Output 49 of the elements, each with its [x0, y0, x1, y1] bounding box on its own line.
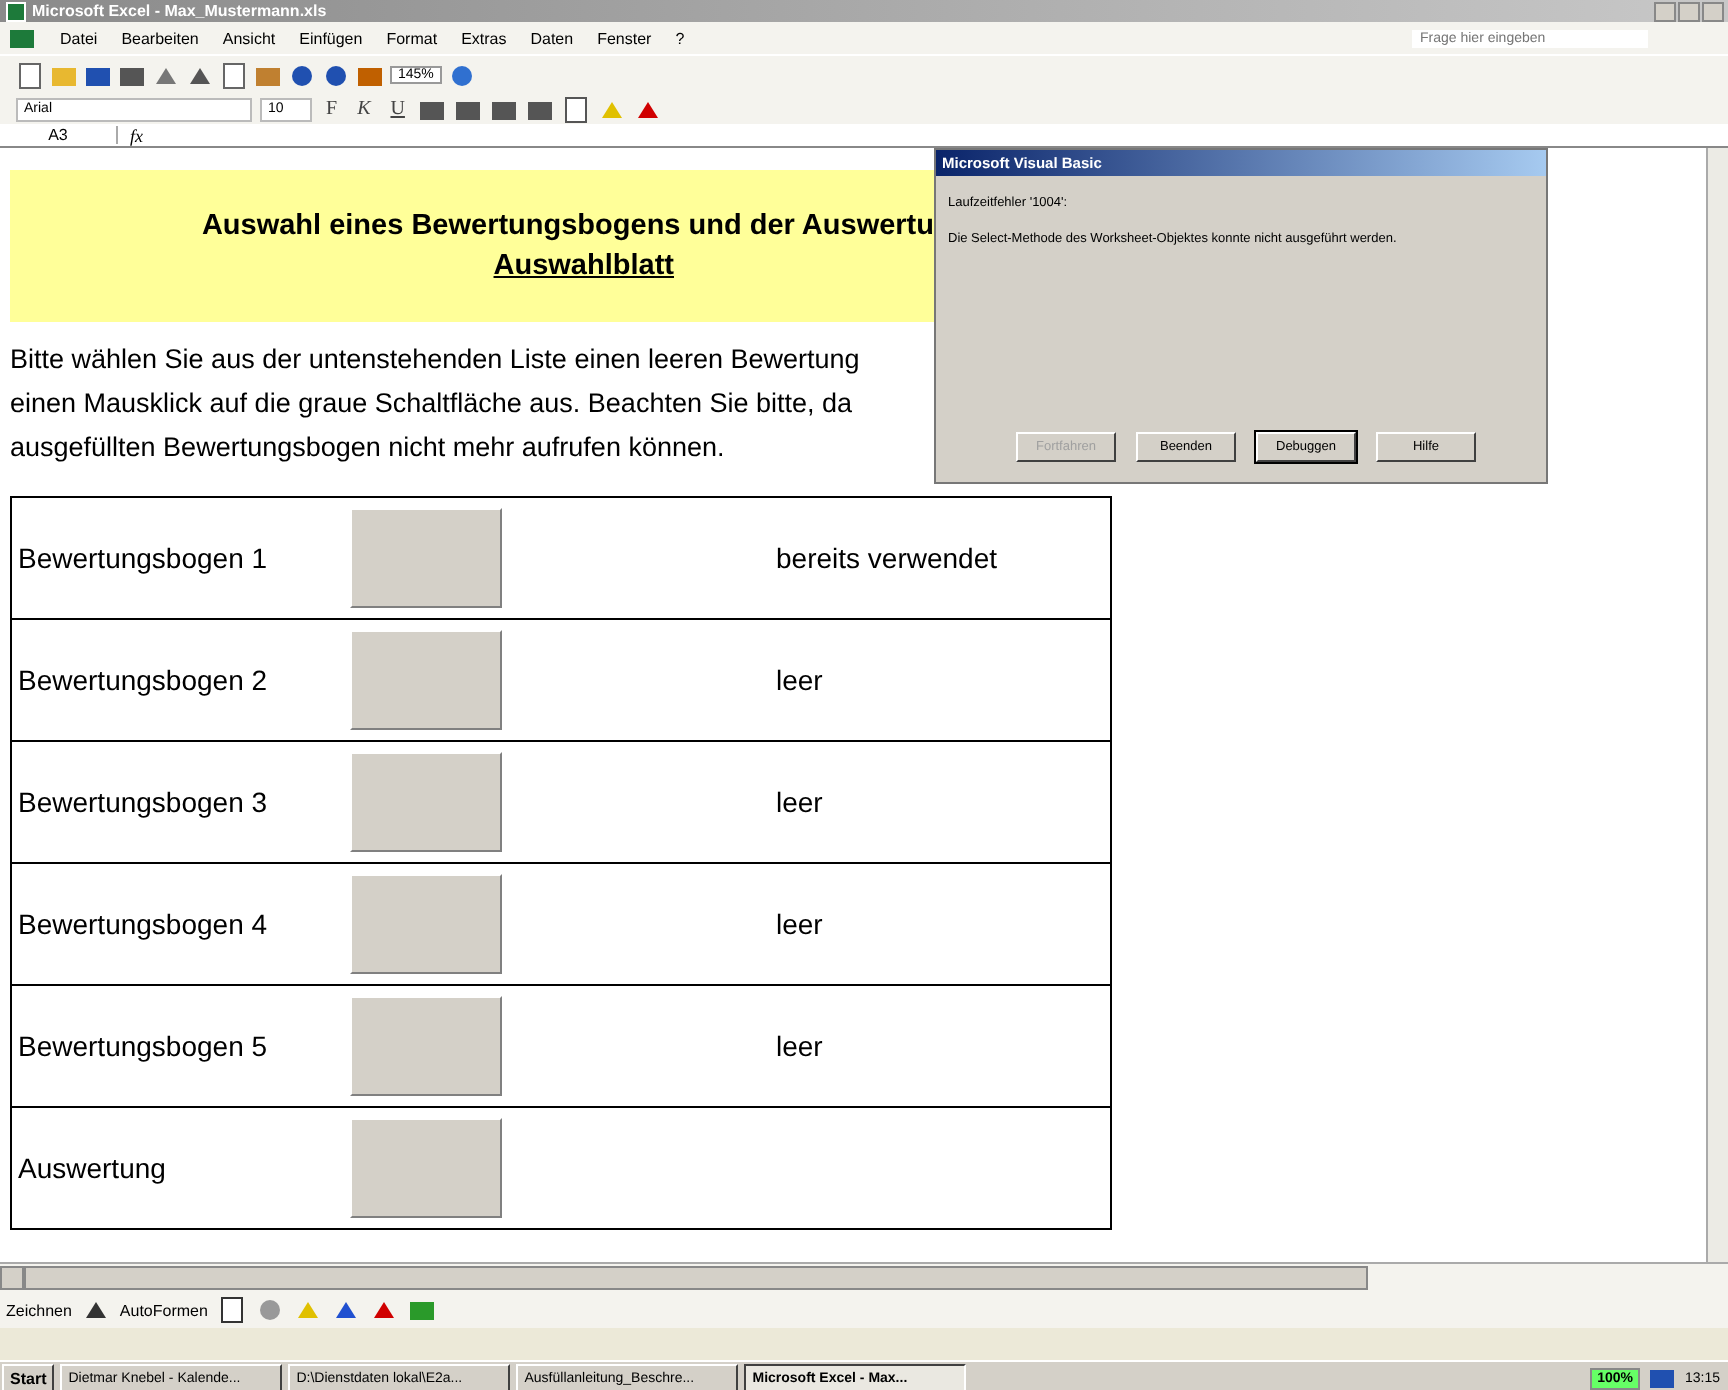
close-button[interactable] [1702, 1, 1724, 21]
menu-item[interactable]: Format [386, 29, 438, 47]
select-button[interactable] [350, 630, 502, 730]
vertical-scrollbar[interactable] [1706, 148, 1728, 1262]
row-label: Bewertungsbogen 3 [18, 786, 268, 818]
menu-item[interactable]: Ansicht [222, 29, 276, 47]
scroll-left-button[interactable] [0, 1266, 24, 1290]
horizontal-scrollbar[interactable] [24, 1266, 1368, 1290]
menu-item[interactable]: Datei [60, 29, 98, 47]
instruction-text: ausgefüllten Bewertungsbogen nicht mehr aufrufen können. [10, 432, 725, 466]
select-button[interactable] [350, 874, 502, 974]
menu-item[interactable]: Bearbeiten [121, 29, 199, 47]
menu-item[interactable]: Fenster [597, 29, 652, 47]
status-text: bereits verwendet [776, 542, 998, 574]
sheet-subtitle: Auswahlblatt [493, 250, 674, 282]
new-document-icon[interactable] [16, 61, 44, 89]
underline-button[interactable]: U [384, 98, 411, 120]
select-button[interactable] [350, 752, 502, 852]
row-label: Bewertungsbogen 5 [18, 1030, 268, 1062]
name-box[interactable]: A3 [0, 126, 118, 144]
select-button[interactable] [350, 508, 502, 608]
sheet-title: Auswahl eines Bewertungsbogens und der Auswertu [201, 210, 934, 242]
menu-item[interactable]: Extras [461, 29, 507, 47]
row-label: Bewertungsbogen 2 [18, 664, 268, 696]
select-button[interactable] [350, 1118, 502, 1218]
oval-icon[interactable] [255, 1296, 284, 1324]
window-title: Microsoft Excel - Max_Mustermann.xls [32, 2, 327, 20]
draw-menu[interactable]: Zeichnen [6, 1301, 72, 1319]
select-button[interactable] [350, 996, 502, 1096]
italic-button[interactable]: K [351, 98, 377, 120]
row-label: Bewertungsbogen 1 [18, 542, 268, 574]
bold-button[interactable]: F [320, 98, 344, 120]
status-text: leer [776, 664, 823, 696]
menu-item[interactable]: Daten [530, 29, 574, 47]
status-text: leer [776, 1030, 823, 1062]
start-button[interactable]: Start [2, 1364, 55, 1390]
menu-item[interactable]: ? [675, 29, 685, 47]
restore-button[interactable] [1678, 1, 1700, 21]
menu-item[interactable]: Einfügen [299, 29, 363, 47]
instruction-text: einen Mausklick auf die graue Schaltfläche aus. Beachten Sie bitte, da [10, 388, 853, 422]
function-button[interactable]: fx [130, 125, 143, 145]
rectangle-icon[interactable] [217, 1296, 246, 1324]
autoshapes-menu[interactable]: AutoFormen [119, 1301, 208, 1319]
status-text: leer [776, 908, 823, 940]
row-label: Auswertung [18, 1152, 166, 1184]
status-text: leer [776, 786, 823, 818]
instruction-text: Bitte wählen Sie aus der untenstehenden Liste einen leeren Bewertung [10, 344, 860, 378]
minimize-button[interactable] [1654, 1, 1676, 21]
row-label: Bewertungsbogen 4 [18, 908, 268, 940]
